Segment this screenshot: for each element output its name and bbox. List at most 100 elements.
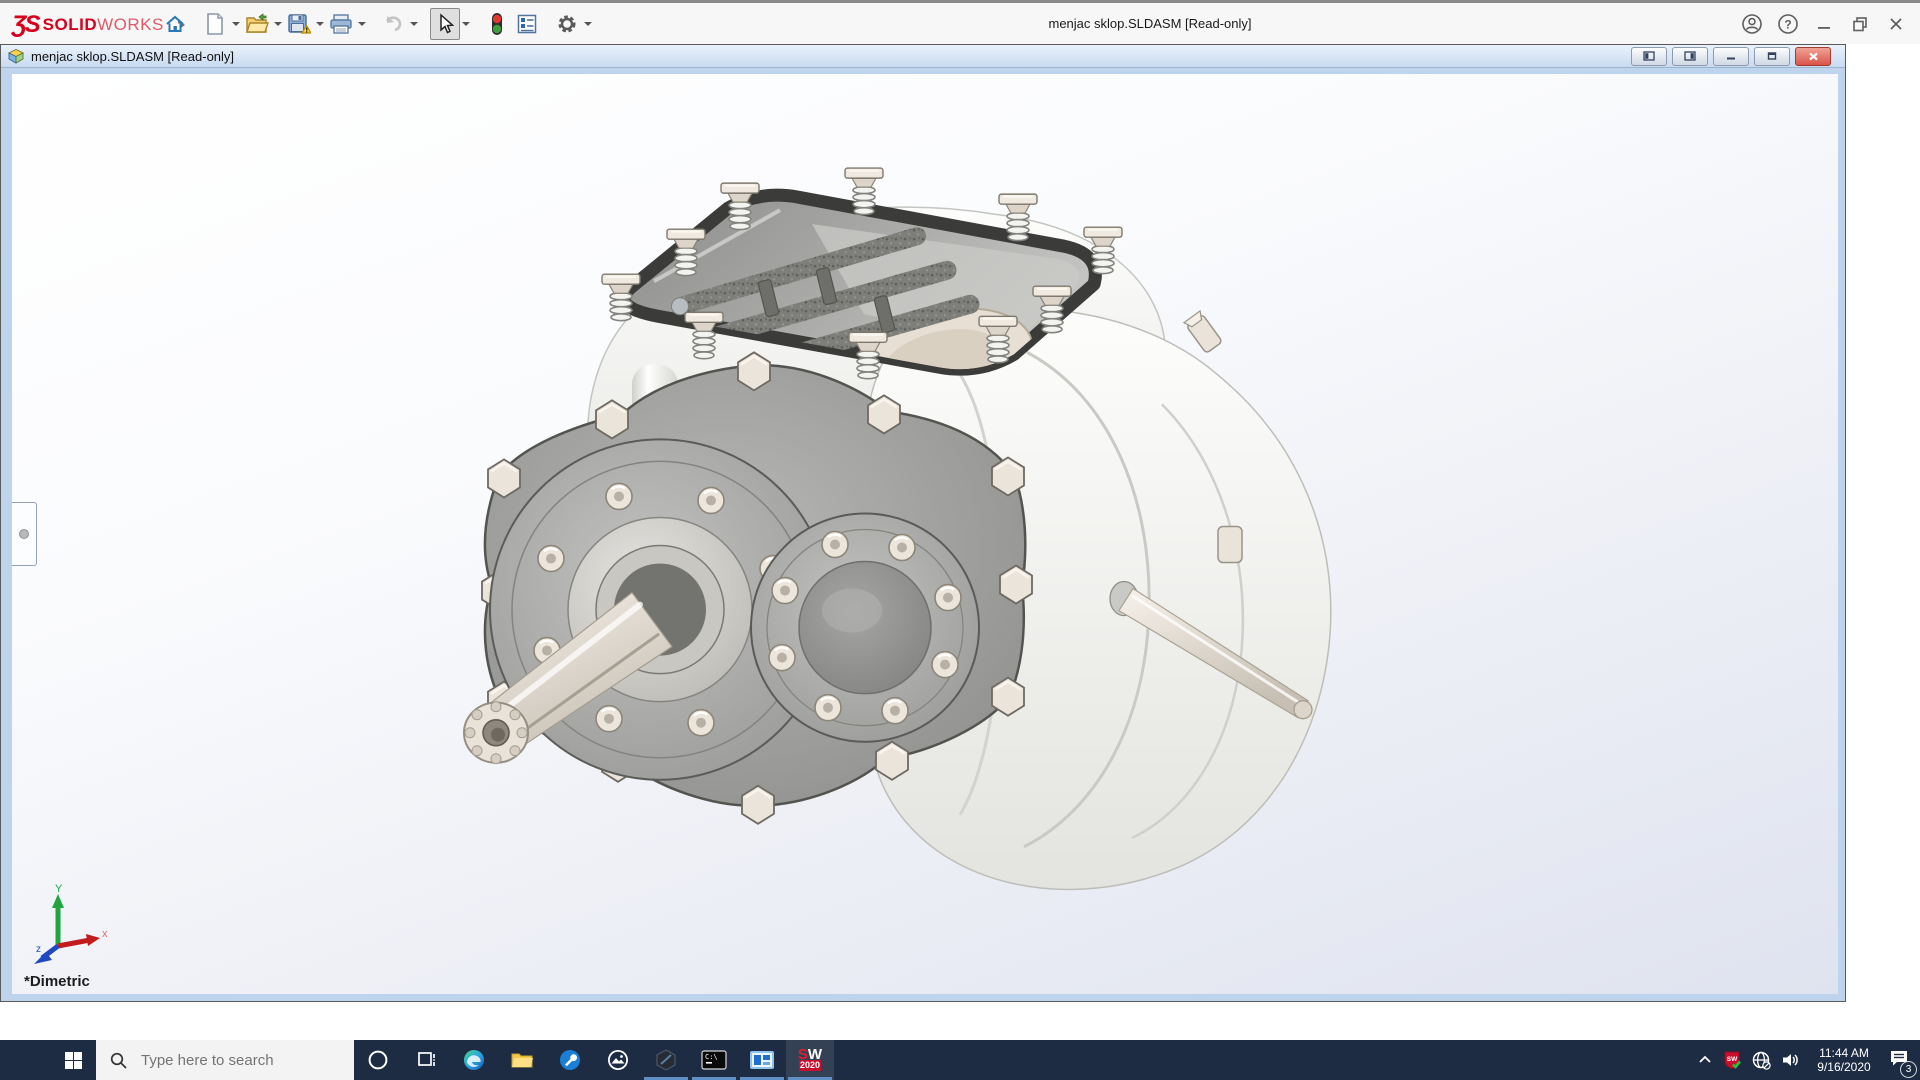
taskbar-solidworks[interactable]: SW 2020 xyxy=(786,1040,834,1080)
document-titlebar[interactable]: menjac sklop.SLDASM [Read-only] xyxy=(1,45,1845,68)
taskbar-support-tool[interactable] xyxy=(546,1040,594,1080)
solidworks-2020-icon: SW 2020 xyxy=(798,1049,822,1071)
pane-left-button[interactable] xyxy=(1631,47,1667,66)
close-button[interactable] xyxy=(1878,6,1914,42)
assembly-document-icon xyxy=(7,48,25,64)
restore-icon xyxy=(1849,13,1871,35)
help-button[interactable]: ? xyxy=(1770,6,1806,42)
taskbar-file-explorer[interactable] xyxy=(498,1040,546,1080)
rebuild-traffic-light-icon xyxy=(490,12,504,36)
new-document-icon xyxy=(205,13,225,35)
tray-expand-icon[interactable] xyxy=(1697,1052,1713,1068)
3ds-logo-icon: ƷS xyxy=(12,11,39,39)
print-dropdown[interactable] xyxy=(356,9,368,39)
orientation-triad: Y x z xyxy=(28,882,112,966)
save-button[interactable] xyxy=(284,8,314,40)
taskbar-search[interactable] xyxy=(96,1040,354,1080)
pane-right-button[interactable] xyxy=(1672,47,1708,66)
cortana-icon xyxy=(367,1049,389,1071)
quick-access-toolbar xyxy=(160,8,594,40)
open-dropdown[interactable] xyxy=(272,9,284,39)
options-button[interactable] xyxy=(552,8,582,40)
network-globe-offline-icon[interactable] xyxy=(1751,1050,1771,1070)
file-explorer-icon xyxy=(510,1048,534,1072)
system-tray: SW 11:44 AM 9/16/2020 3 xyxy=(1697,1040,1920,1080)
solidworks-logo: ƷS SOLIDWORKS xyxy=(12,11,185,39)
wrench-circle-icon xyxy=(558,1048,582,1072)
minimize-button[interactable] xyxy=(1806,6,1842,42)
edge-icon xyxy=(462,1048,486,1072)
svg-text:?: ? xyxy=(1784,18,1791,32)
pane-left-icon xyxy=(1643,51,1655,61)
input-shaft-spline-end xyxy=(464,702,528,764)
clock-time: 11:44 AM xyxy=(1809,1046,1879,1060)
start-button[interactable] xyxy=(0,1040,96,1080)
restore-button[interactable] xyxy=(1842,6,1878,42)
rear-tab-side xyxy=(1218,526,1242,562)
account-icon xyxy=(1741,13,1763,35)
print-button[interactable] xyxy=(326,8,356,40)
doc-close-button[interactable] xyxy=(1795,47,1831,66)
select-dropdown[interactable] xyxy=(460,9,472,39)
brand-solid: SOLID xyxy=(43,15,97,34)
solidworks-monitor-tray-icon[interactable]: SW xyxy=(1722,1050,1742,1070)
graphics-viewport[interactable]: Y x z *Dimetric xyxy=(12,74,1838,994)
save-icon xyxy=(287,13,311,35)
doc-restore-icon xyxy=(1766,51,1778,61)
undo-icon xyxy=(382,13,404,35)
taskbar-edge[interactable] xyxy=(450,1040,498,1080)
windows-logo-icon xyxy=(65,1052,82,1069)
file-properties-button[interactable] xyxy=(512,8,542,40)
view-orientation-label: *Dimetric xyxy=(24,973,90,990)
doc-minimize-button[interactable] xyxy=(1713,47,1749,66)
undo-dropdown[interactable] xyxy=(408,9,420,39)
svg-text:Y: Y xyxy=(55,883,63,895)
file-properties-icon xyxy=(516,13,538,35)
minimize-icon xyxy=(1813,13,1835,35)
open-button[interactable] xyxy=(242,8,272,40)
document-window: menjac sklop.SLDASM [Read-only] xyxy=(0,44,1846,1002)
media-app-icon xyxy=(749,1048,775,1072)
notification-count-badge: 3 xyxy=(1900,1061,1917,1078)
document-title: menjac sklop.SLDASM [Read-only] xyxy=(31,49,234,64)
home-icon xyxy=(164,13,186,35)
search-input[interactable] xyxy=(139,1051,333,1070)
rebuild-button[interactable] xyxy=(482,8,512,40)
doc-restore-button[interactable] xyxy=(1754,47,1790,66)
options-gear-icon xyxy=(556,13,578,35)
new-document-dropdown[interactable] xyxy=(230,9,242,39)
taskbar-clock[interactable]: 11:44 AM 9/16/2020 xyxy=(1809,1046,1879,1074)
options-dropdown[interactable] xyxy=(582,9,594,39)
taskbar-cortana[interactable] xyxy=(354,1040,402,1080)
taskbar: C:\ SW 2020 SW 11:44 AM 9/16/2020 3 xyxy=(0,1040,1920,1080)
hexagon-app-icon xyxy=(654,1048,678,1072)
select-button[interactable] xyxy=(430,8,460,40)
clock-date: 9/16/2020 xyxy=(1809,1060,1879,1074)
taskbar-hexagon-app[interactable] xyxy=(642,1040,690,1080)
feature-tree-splitter-tab[interactable] xyxy=(12,502,37,566)
svg-text:C:\: C:\ xyxy=(705,1053,718,1061)
undo-button[interactable] xyxy=(378,8,408,40)
taskbar-command-prompt[interactable]: C:\ xyxy=(690,1040,738,1080)
save-dropdown[interactable] xyxy=(314,9,326,39)
doc-minimize-icon xyxy=(1725,51,1737,61)
print-icon xyxy=(329,13,353,35)
gearbox-assembly-model[interactable] xyxy=(12,74,1838,994)
notification-center[interactable]: 3 xyxy=(1888,1048,1910,1073)
taskbar-photos[interactable] xyxy=(594,1040,642,1080)
help-icon: ? xyxy=(1777,13,1799,35)
svg-text:x: x xyxy=(102,928,108,940)
speaker-icon[interactable] xyxy=(1780,1050,1800,1070)
search-icon xyxy=(110,1052,127,1069)
taskbar-task-view[interactable] xyxy=(402,1040,450,1080)
account-button[interactable] xyxy=(1734,6,1770,42)
select-cursor-icon xyxy=(435,13,455,35)
task-view-icon xyxy=(415,1049,437,1071)
new-document-button[interactable] xyxy=(200,8,230,40)
home-button[interactable] xyxy=(160,8,190,40)
command-prompt-icon: C:\ xyxy=(701,1048,727,1072)
taskbar-media-app[interactable] xyxy=(738,1040,786,1080)
photos-icon xyxy=(606,1048,630,1072)
pane-right-icon xyxy=(1684,51,1696,61)
countershaft-boss[interactable] xyxy=(751,513,979,741)
